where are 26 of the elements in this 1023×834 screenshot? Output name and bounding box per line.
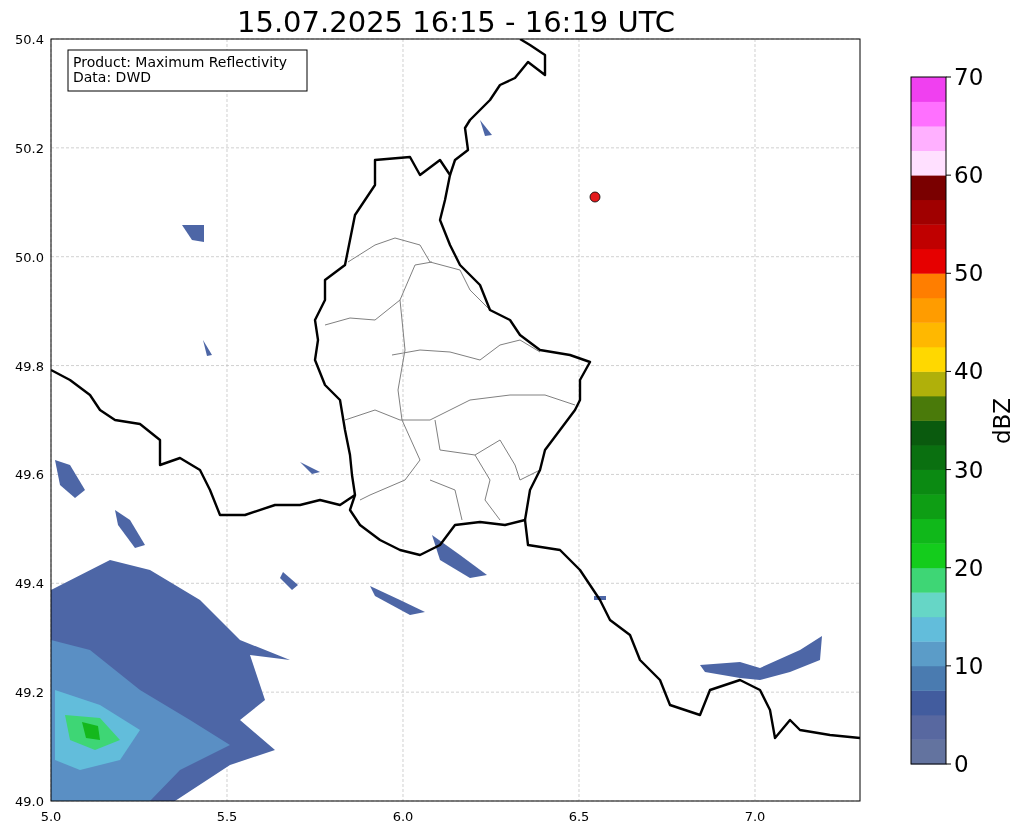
location-marker [589, 191, 601, 203]
colorbar-tick-label: 70 [954, 64, 984, 90]
colorbar-tick-label: 20 [954, 554, 984, 581]
colorbar-tick-label: 50 [954, 260, 984, 287]
y-tick-label: 49.8 [15, 358, 44, 374]
x-tick-label: 5.0 [40, 809, 62, 824]
colorbar-tick-label: 40 [954, 358, 984, 385]
info-text: Data: DWD [73, 69, 151, 85]
colorbar-tick-label: 30 [954, 456, 984, 483]
y-tick-label: 50.4 [15, 32, 44, 47]
colorbar-tick-label: 10 [954, 652, 984, 679]
info-text: Product: Maximum Reflectivity [73, 54, 287, 70]
y-tick-label: 49.2 [15, 685, 44, 701]
colorbar-label: dBZ [989, 397, 1015, 445]
y-tick-label: 50.2 [15, 140, 44, 156]
y-tick-label: 49.0 [15, 794, 44, 809]
colorbar-tick-label: 0 [954, 751, 969, 777]
x-tick-label: 5.5 [216, 809, 238, 824]
x-tick-label: 6.5 [568, 809, 590, 824]
x-tick-label: 6.0 [392, 809, 414, 824]
x-tick-label: 7.0 [744, 809, 766, 824]
y-tick-label: 49.6 [15, 467, 44, 483]
y-tick-label: 49.4 [15, 576, 44, 592]
y-tick-label: 50.0 [15, 249, 44, 265]
colorbar-tick-label: 60 [954, 162, 984, 189]
chart-title: 15.07.2025 16:15 - 16:19 UTC [237, 5, 675, 39]
